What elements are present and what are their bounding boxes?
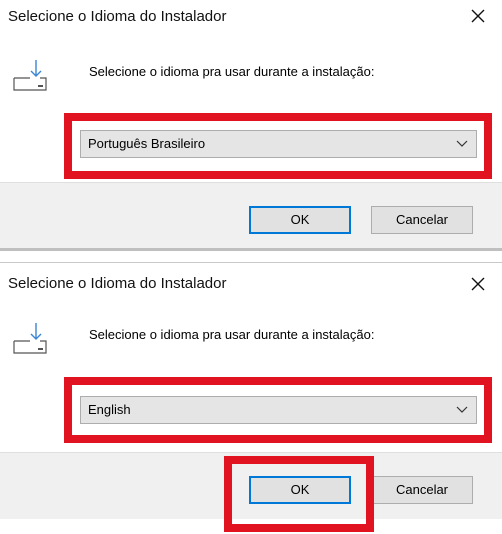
language-prompt: Selecione o idioma pra usar durante a in… xyxy=(89,64,375,79)
language-select[interactable]: English xyxy=(80,396,477,424)
install-download-icon xyxy=(13,60,47,91)
dialog-footer: OK Cancelar xyxy=(0,182,502,249)
close-icon[interactable] xyxy=(468,6,488,26)
close-icon[interactable] xyxy=(468,274,488,294)
language-dialog-2: Selecione o Idioma do Instalador Selecio… xyxy=(0,262,502,534)
language-select-value: Português Brasileiro xyxy=(88,136,206,151)
ok-button[interactable]: OK xyxy=(249,476,351,504)
language-dialog-1: Selecione o Idioma do Instalador Selecio… xyxy=(0,0,502,252)
cancel-button[interactable]: Cancelar xyxy=(371,476,473,504)
language-select-value: English xyxy=(88,402,131,417)
language-prompt: Selecione o idioma pra usar durante a in… xyxy=(89,327,375,342)
dialog-title: Selecione o Idioma do Instalador xyxy=(8,8,227,25)
dialog-bottom-edge xyxy=(0,248,502,251)
chevron-down-icon xyxy=(456,406,468,413)
dialog-title: Selecione o Idioma do Instalador xyxy=(8,275,227,292)
cancel-button[interactable]: Cancelar xyxy=(371,206,473,234)
ok-button[interactable]: OK xyxy=(249,206,351,234)
install-download-icon xyxy=(13,323,47,354)
dialog-footer: OK Cancelar xyxy=(0,452,502,519)
chevron-down-icon xyxy=(456,140,468,147)
language-select[interactable]: Português Brasileiro xyxy=(80,130,477,158)
